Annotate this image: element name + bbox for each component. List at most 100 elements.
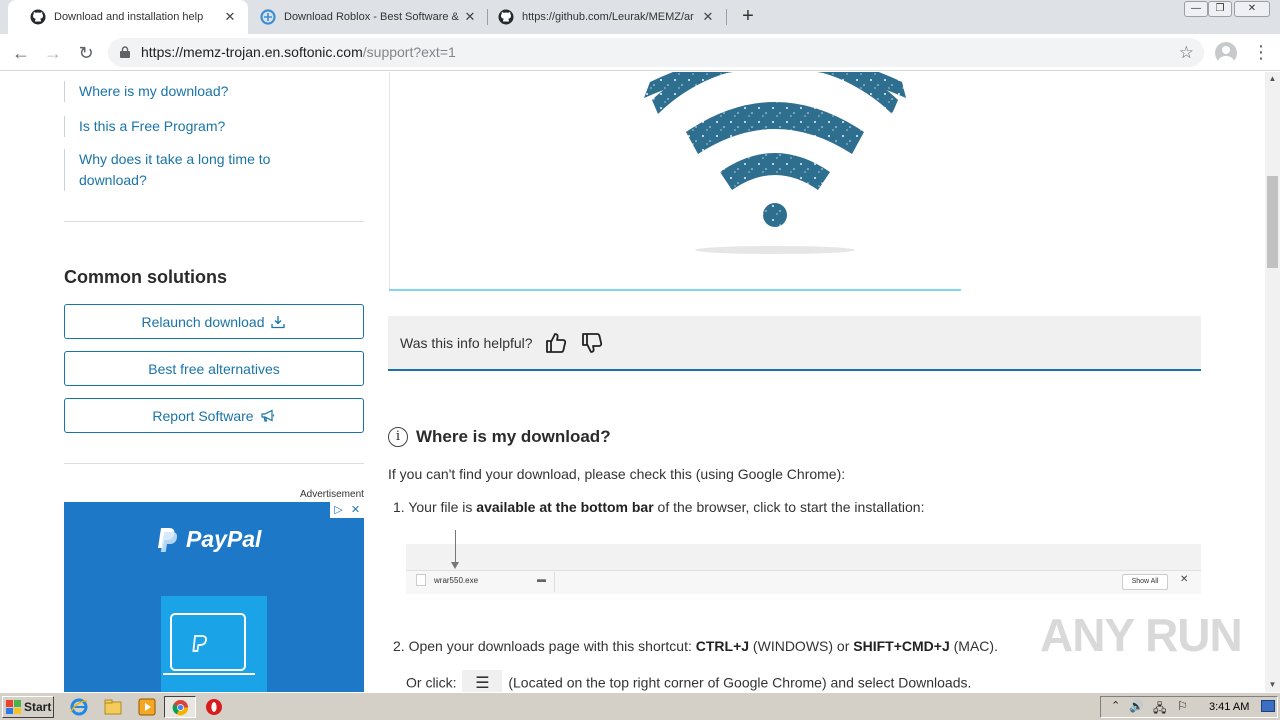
- softonic-icon: [260, 9, 276, 25]
- back-button[interactable]: ←: [8, 40, 34, 66]
- tab-github-memz[interactable]: https://github.com/Leurak/MEMZ/ar ✕: [476, 0, 726, 34]
- flag-icon[interactable]: ⚐: [1177, 699, 1188, 713]
- tab-divider: [726, 9, 727, 25]
- url-text: https://memz-trojan.en.softonic.com/supp…: [141, 38, 456, 67]
- bookmark-star-icon[interactable]: ☆: [1179, 38, 1194, 67]
- browser-toolbar: ← → ↻ https://memz-trojan.en.softonic.co…: [0, 34, 1280, 71]
- forward-button[interactable]: →: [40, 40, 66, 66]
- internet-explorer-icon[interactable]: [70, 698, 88, 716]
- common-solutions-heading: Common solutions: [64, 267, 227, 287]
- tab-title: Download and installation help: [54, 11, 204, 23]
- laptop-illustration: [161, 596, 267, 692]
- tab-roblox[interactable]: Download Roblox - Best Software & ✕: [238, 0, 488, 34]
- sidebar-link-free-program[interactable]: Is this a Free Program?: [64, 116, 324, 137]
- report-software-button[interactable]: Report Software: [64, 398, 364, 433]
- ad-close-icon[interactable]: ✕: [347, 502, 364, 518]
- network-icon[interactable]: 🖧: [1153, 699, 1166, 720]
- page-scrollbar[interactable]: ▲ ▼: [1265, 72, 1280, 692]
- report-label: Report Software: [152, 407, 254, 424]
- show-desktop-icon[interactable]: [1261, 700, 1275, 712]
- watermark-text: ANY RUN: [1040, 609, 1243, 661]
- shortcut-windows: CTRL+J: [695, 638, 750, 654]
- download-filename: wrar550.exe: [415, 574, 479, 586]
- sidebar-divider: [64, 463, 364, 464]
- step-text-bold: available at the bottom bar: [476, 499, 654, 515]
- opera-icon[interactable]: [205, 698, 223, 716]
- ad-choices[interactable]: ▷ ✕: [330, 502, 364, 518]
- close-tab-icon[interactable]: ✕: [220, 9, 240, 25]
- bar-divider: [554, 572, 555, 592]
- step-text: Open your downloads page with this short…: [408, 638, 696, 654]
- download-icon: [271, 315, 286, 328]
- close-window-button[interactable]: ✕: [1234, 1, 1270, 17]
- scroll-up-arrow[interactable]: ▲: [1265, 72, 1280, 86]
- file-menu-icon: ▬: [537, 574, 546, 584]
- info-icon: i: [388, 427, 408, 447]
- file-explorer-icon[interactable]: [104, 698, 122, 716]
- chrome-menu-button[interactable]: ⋮: [1252, 40, 1270, 66]
- laptop-icon: [163, 613, 255, 675]
- section-heading-text: Where is my download?: [416, 427, 611, 446]
- wifi-illustration: [644, 72, 906, 254]
- step-text: (MAC).: [949, 638, 998, 654]
- alternatives-label: Best free alternatives: [148, 360, 280, 377]
- lock-icon: [120, 46, 130, 58]
- intro-text: If you can't find your download, please …: [388, 466, 846, 482]
- relaunch-download-button[interactable]: Relaunch download: [64, 304, 364, 339]
- chrome-taskbar-button[interactable]: [164, 696, 196, 718]
- section-heading: i Where is my download?: [388, 427, 611, 447]
- start-label: Start: [24, 700, 52, 714]
- megaphone-icon: [260, 409, 274, 422]
- reload-button[interactable]: ↻: [73, 40, 99, 66]
- adchoices-icon[interactable]: ▷: [330, 502, 347, 518]
- chrome-icon: [172, 699, 189, 716]
- shortcut-mac: SHIFT+CMD+J: [853, 638, 950, 654]
- new-tab-button[interactable]: +: [736, 5, 760, 29]
- sidebar-link-where-download[interactable]: Where is my download?: [64, 81, 324, 102]
- anyrun-watermark: ANY RUN: [1040, 608, 1243, 662]
- windows-logo-icon: [6, 700, 21, 714]
- step-number: 2.: [393, 638, 405, 654]
- minimize-button[interactable]: —: [1184, 1, 1208, 17]
- sidebar-divider: [64, 221, 364, 222]
- close-bar-icon: ✕: [1180, 574, 1189, 585]
- thumbs-down-icon[interactable]: [579, 330, 605, 356]
- volume-icon[interactable]: 🔊: [1129, 699, 1144, 713]
- paypal-icon: [158, 527, 178, 552]
- url-host: https://memz-trojan.en.softonic.com: [141, 44, 363, 60]
- scroll-down-arrow[interactable]: ▼: [1265, 678, 1280, 692]
- thumbs-up-icon[interactable]: [543, 330, 569, 356]
- tray-expand-icon[interactable]: ⌃: [1111, 699, 1120, 712]
- paypal-ad[interactable]: ▷ ✕ PayPal: [64, 502, 364, 692]
- media-player-icon[interactable]: [138, 698, 156, 716]
- show-all-button: Show All: [1122, 574, 1168, 590]
- sidebar-link-long-time[interactable]: Why does it take a long time to download…: [64, 149, 284, 191]
- step-2: 2. Open your downloads page with this sh…: [388, 638, 998, 654]
- restore-button[interactable]: ❐: [1208, 1, 1232, 17]
- pointer-arrow: [451, 530, 459, 569]
- step-text: (Located on the top right corner of Goog…: [508, 674, 972, 691]
- system-tray: ⌃ 🔊 🖧 ⚐ 3:41 AM: [1100, 696, 1278, 718]
- helpful-question: Was this info helpful?: [400, 334, 533, 351]
- image-underline: [389, 289, 961, 291]
- hamburger-menu-icon: ☰: [462, 670, 503, 692]
- start-button[interactable]: Start: [2, 696, 54, 718]
- tab-download-help[interactable]: Download and installation help ✕: [8, 0, 248, 34]
- advertisement-label: Advertisement: [300, 489, 364, 500]
- best-alternatives-button[interactable]: Best free alternatives: [64, 351, 364, 386]
- scroll-thumb[interactable]: [1267, 176, 1278, 268]
- profile-avatar[interactable]: [1215, 42, 1237, 64]
- image-frame-border: [389, 72, 390, 290]
- taskbar-clock[interactable]: 3:41 AM: [1209, 701, 1249, 713]
- step-text: Your file is: [408, 499, 477, 515]
- address-bar[interactable]: https://memz-trojan.en.softonic.com/supp…: [108, 38, 1204, 67]
- helpful-feedback-box: Was this info helpful?: [388, 316, 1201, 371]
- tab-strip: Download and installation help ✕ Downloa…: [0, 0, 1280, 34]
- step-text: Or click:: [406, 674, 457, 691]
- download-bar-screenshot: wrar550.exe ▬ Show All ✕: [406, 530, 1201, 594]
- paypal-logo: PayPal: [156, 526, 261, 553]
- paypal-brand: PayPal: [186, 526, 262, 552]
- download-bar: [406, 570, 1201, 594]
- step-text: (WINDOWS) or: [749, 638, 854, 654]
- close-tab-icon[interactable]: ✕: [698, 9, 718, 25]
